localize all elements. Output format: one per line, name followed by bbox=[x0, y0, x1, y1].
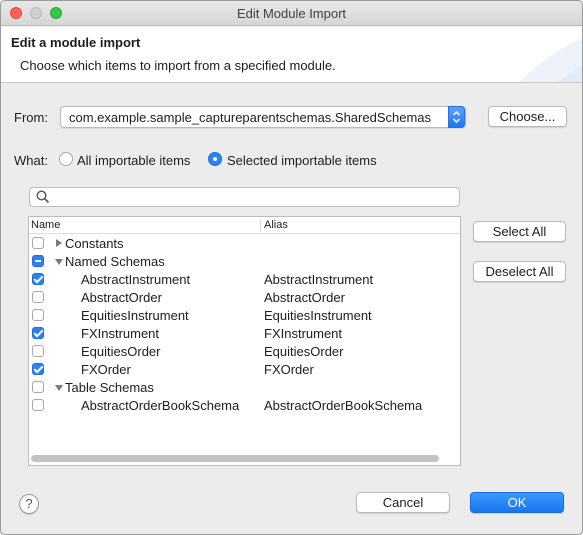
row-checkbox[interactable] bbox=[32, 291, 44, 303]
tree-row-constants[interactable]: Constants bbox=[29, 235, 460, 253]
radio-all-importable[interactable] bbox=[59, 152, 73, 166]
column-header-alias[interactable]: Alias bbox=[264, 219, 288, 231]
row-name: Constants bbox=[65, 236, 124, 251]
row-alias: EquitiesInstrument bbox=[264, 308, 372, 323]
tree-row[interactable]: EquitiesOrder EquitiesOrder bbox=[29, 343, 460, 361]
header-title: Edit a module import bbox=[11, 35, 141, 50]
row-checkbox[interactable] bbox=[32, 237, 44, 249]
expander-icon[interactable] bbox=[56, 239, 62, 247]
row-alias: AbstractInstrument bbox=[264, 272, 374, 287]
row-name: AbstractOrder bbox=[81, 290, 162, 305]
tree-row-named-schemas[interactable]: Named Schemas bbox=[29, 253, 460, 271]
search-icon bbox=[36, 190, 50, 204]
window-title: Edit Module Import bbox=[236, 6, 347, 21]
row-checkbox[interactable] bbox=[32, 255, 44, 267]
column-header-name[interactable]: Name bbox=[31, 219, 60, 231]
row-alias: EquitiesOrder bbox=[264, 344, 344, 359]
tree-row[interactable]: FXOrder FXOrder bbox=[29, 361, 460, 379]
row-alias: FXInstrument bbox=[264, 326, 343, 341]
row-name: AbstractInstrument bbox=[81, 272, 191, 287]
row-checkbox[interactable] bbox=[32, 309, 44, 321]
column-divider[interactable] bbox=[260, 219, 261, 232]
row-name: Named Schemas bbox=[65, 254, 165, 269]
title-bar: Edit Module Import bbox=[1, 1, 582, 26]
row-alias: AbstractOrder bbox=[264, 290, 345, 305]
row-name: EquitiesOrder bbox=[81, 344, 161, 359]
cancel-button[interactable]: Cancel bbox=[356, 492, 450, 513]
tree-header: Name Alias bbox=[29, 217, 460, 234]
what-label: What: bbox=[14, 153, 48, 168]
row-name: AbstractOrderBookSchema bbox=[81, 398, 240, 413]
expander-icon[interactable] bbox=[55, 385, 63, 391]
row-checkbox[interactable] bbox=[32, 399, 44, 411]
row-checkbox[interactable] bbox=[32, 345, 44, 357]
deselect-all-button[interactable]: Deselect All bbox=[473, 261, 566, 282]
expander-icon[interactable] bbox=[55, 259, 63, 265]
row-name: FXInstrument bbox=[81, 326, 160, 341]
row-alias: FXOrder bbox=[264, 362, 314, 377]
from-label: From: bbox=[14, 110, 48, 125]
header-decoration bbox=[520, 38, 582, 82]
import-items-tree[interactable]: Name Alias Constants Named Schemas Abstr… bbox=[28, 216, 461, 466]
up-down-arrows-icon bbox=[452, 110, 461, 124]
row-checkbox[interactable] bbox=[32, 381, 44, 393]
from-module-select[interactable]: com.example.sample_captureparentschemas.… bbox=[60, 106, 466, 128]
row-checkbox[interactable] bbox=[32, 273, 44, 285]
horizontal-scrollbar[interactable] bbox=[31, 455, 439, 462]
search-input[interactable] bbox=[54, 189, 454, 205]
header-description: Choose which items to import from a spec… bbox=[20, 58, 336, 73]
select-all-button[interactable]: Select All bbox=[473, 221, 566, 242]
help-icon[interactable]: ? bbox=[19, 494, 39, 514]
row-name: EquitiesInstrument bbox=[81, 308, 189, 323]
radio-all-importable-label[interactable]: All importable items bbox=[77, 153, 190, 168]
dialog-header: Edit a module import Choose which items … bbox=[1, 27, 582, 83]
tree-row[interactable]: AbstractOrder AbstractOrder bbox=[29, 289, 460, 307]
row-checkbox[interactable] bbox=[32, 363, 44, 375]
tree-row[interactable]: FXInstrument FXInstrument bbox=[29, 325, 460, 343]
tree-row[interactable]: AbstractInstrument AbstractInstrument bbox=[29, 271, 460, 289]
tree-row-table-schemas[interactable]: Table Schemas bbox=[29, 379, 460, 397]
tree-row[interactable]: AbstractOrderBookSchema AbstractOrderBoo… bbox=[29, 397, 460, 415]
row-name: Table Schemas bbox=[65, 380, 154, 395]
dialog-window: Edit Module Import Edit a module import … bbox=[0, 0, 583, 535]
stepper-icon[interactable] bbox=[448, 106, 465, 128]
ok-button[interactable]: OK bbox=[470, 492, 564, 513]
row-checkbox[interactable] bbox=[32, 327, 44, 339]
choose-button[interactable]: Choose... bbox=[488, 106, 567, 127]
tree-row[interactable]: EquitiesInstrument EquitiesInstrument bbox=[29, 307, 460, 325]
row-alias: AbstractOrderBookSchema bbox=[264, 398, 423, 413]
from-module-value: com.example.sample_captureparentschemas.… bbox=[69, 110, 432, 125]
radio-selected-importable[interactable] bbox=[208, 152, 222, 166]
search-field[interactable] bbox=[29, 187, 460, 207]
row-name: FXOrder bbox=[81, 362, 131, 377]
radio-selected-importable-label[interactable]: Selected importable items bbox=[227, 153, 377, 168]
